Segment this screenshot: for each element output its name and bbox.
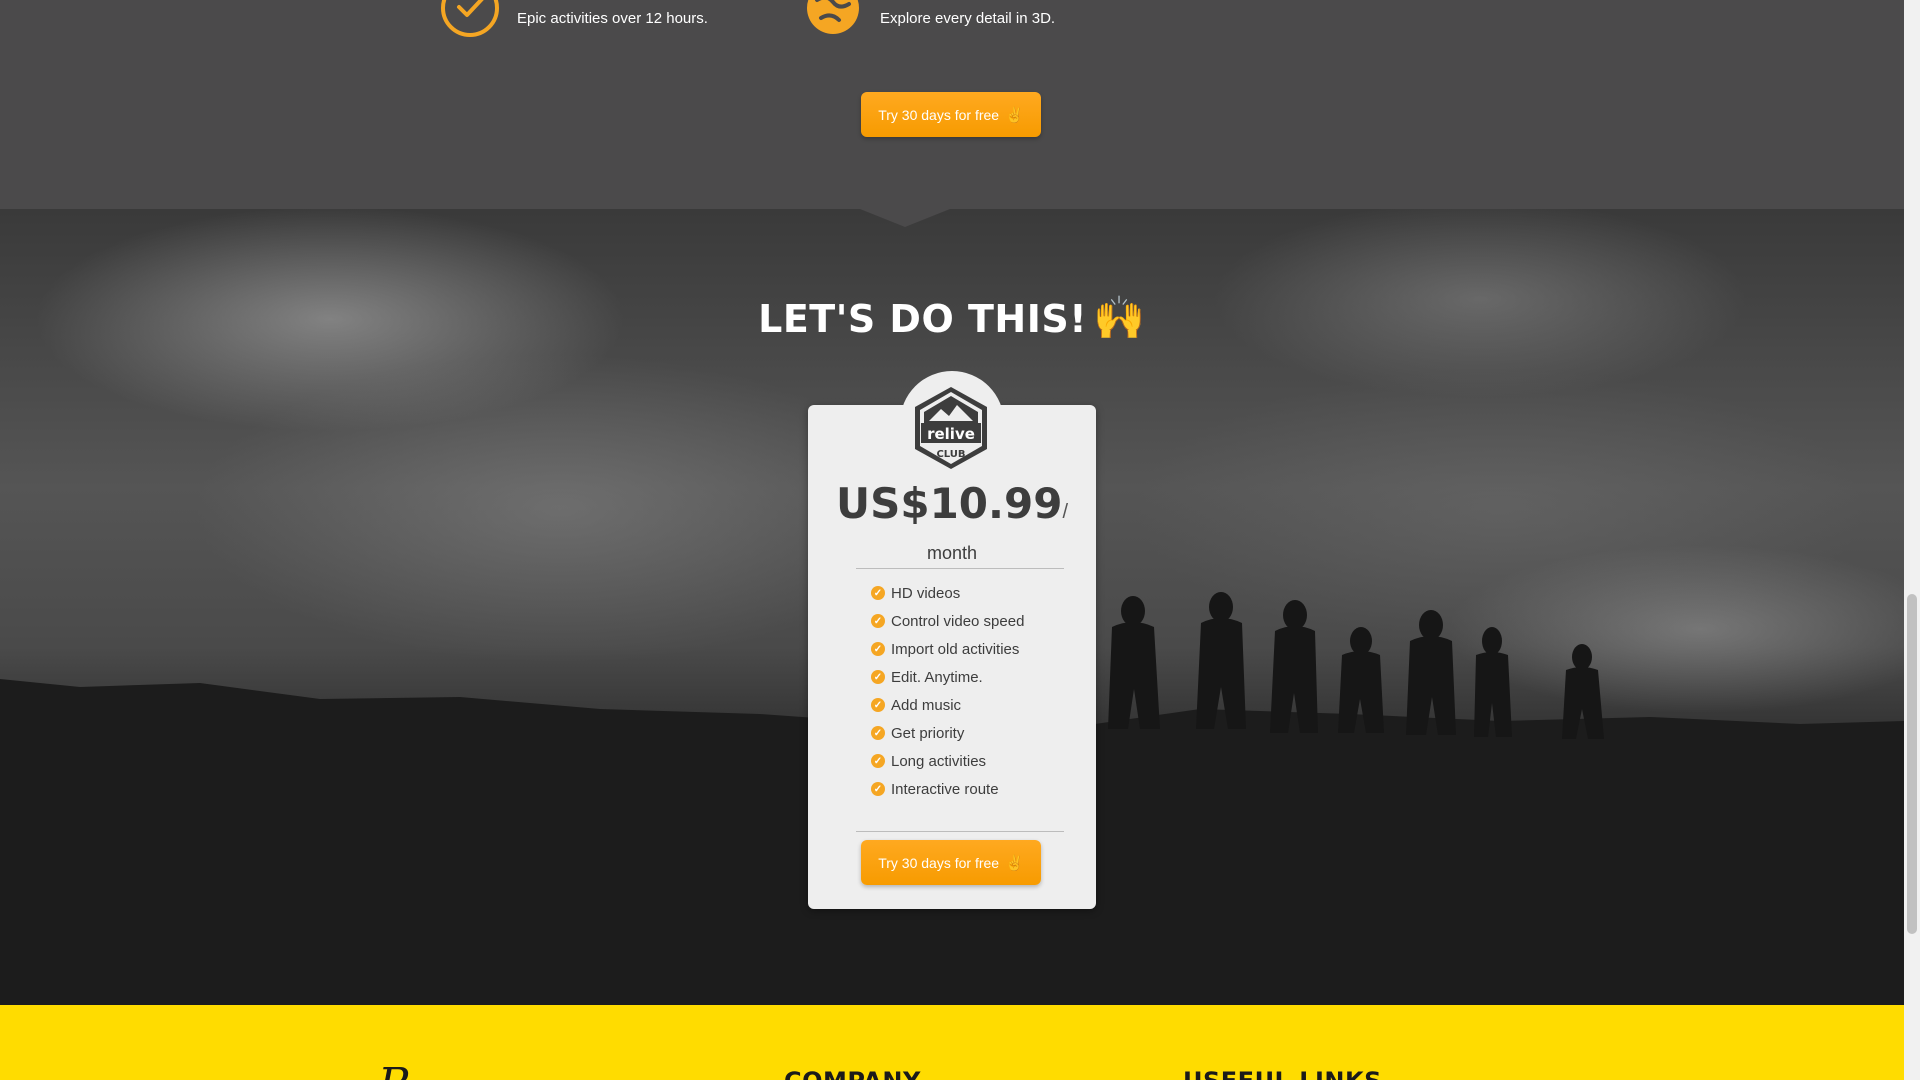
plan-feature-label: Edit. Anytime. bbox=[891, 668, 983, 686]
page-scrollbar[interactable] bbox=[1904, 0, 1920, 1080]
list-item: ✓ Get priority bbox=[871, 719, 1024, 747]
try-free-button[interactable]: Try 30 days for free ✌ bbox=[861, 92, 1041, 137]
try-free-button-card[interactable]: Try 30 days for free ✌ bbox=[861, 840, 1041, 885]
footer-heading-useful-links: USEFUL LINKS bbox=[1183, 1067, 1382, 1080]
badge-brand-text: relive bbox=[927, 425, 975, 443]
try-free-label: Try 30 days for free bbox=[878, 106, 1000, 123]
list-item: ✓ Interactive route bbox=[871, 775, 1024, 803]
try-free-label: Try 30 days for free bbox=[878, 854, 1000, 871]
check-icon: ✓ bbox=[871, 754, 885, 768]
price-period: month bbox=[926, 543, 978, 563]
badge-club-text: CLUB bbox=[936, 449, 965, 460]
globe-3d-icon bbox=[807, 0, 859, 34]
divider bbox=[856, 568, 1064, 569]
feature-description: Explore every detail in 3D. bbox=[880, 10, 1056, 27]
features-section: Epic activities over 12 hours. Explore e… bbox=[0, 0, 1904, 209]
list-item: ✓ Edit. Anytime. bbox=[871, 663, 1024, 691]
check-icon: ✓ bbox=[871, 642, 885, 656]
list-item: ✓ Import old activities bbox=[871, 635, 1024, 663]
check-icon: ✓ bbox=[871, 670, 885, 684]
scrollbar-thumb[interactable] bbox=[1907, 594, 1917, 934]
raised-hands-icon: 🙌 bbox=[1093, 293, 1146, 342]
plan-feature-label: Control video speed bbox=[891, 612, 1025, 630]
footer-heading-company: COMPANY bbox=[784, 1067, 921, 1080]
plan-feature-label: Long activities bbox=[891, 752, 987, 770]
divider bbox=[856, 831, 1064, 832]
check-icon: ✓ bbox=[871, 698, 885, 712]
list-item: ✓ Long activities bbox=[871, 747, 1024, 775]
victory-hand-icon: ✌ bbox=[1005, 106, 1024, 124]
plan-features-list: ✓ HD videos ✓ Control video speed ✓ Import … bbox=[871, 579, 1024, 803]
list-item: ✓ Control video speed bbox=[871, 607, 1024, 635]
hero-title-text: LET'S DO THIS! bbox=[758, 297, 1088, 341]
hero-title: LET'S DO THIS! 🙌 bbox=[0, 293, 1904, 343]
check-icon: ✓ bbox=[871, 586, 885, 600]
plan-feature-label: Interactive route bbox=[891, 780, 999, 798]
check-icon: ✓ bbox=[871, 782, 885, 796]
check-icon: ✓ bbox=[871, 614, 885, 628]
list-item: ✓ HD videos bbox=[871, 579, 1024, 607]
check-circle-icon bbox=[441, 0, 499, 37]
list-item: ✓ Add music bbox=[871, 691, 1024, 719]
page: Epic activities over 12 hours. Explore e… bbox=[0, 0, 1904, 1080]
plan-feature-label: Add music bbox=[891, 696, 962, 714]
victory-hand-icon: ✌ bbox=[1005, 854, 1024, 872]
plan-feature-label: Import old activities bbox=[891, 640, 1020, 658]
relive-club-badge-icon: relive CLUB bbox=[915, 387, 987, 469]
price-separator: / bbox=[1062, 501, 1068, 523]
footer-logo[interactable]: R bbox=[378, 1059, 411, 1080]
pricing-card: relive CLUB US$10.99/ month ✓ HD videos ✓… bbox=[808, 371, 1096, 909]
check-icon: ✓ bbox=[871, 726, 885, 740]
footer: R COMPANY USEFUL LINKS bbox=[0, 1005, 1904, 1080]
price: US$10.99/ bbox=[808, 479, 1096, 528]
price-amount: US$10.99 bbox=[836, 479, 1063, 528]
plan-feature-label: Get priority bbox=[891, 724, 965, 742]
feature-description: Epic activities over 12 hours. bbox=[517, 10, 708, 27]
plan-feature-label: HD videos bbox=[891, 584, 961, 602]
